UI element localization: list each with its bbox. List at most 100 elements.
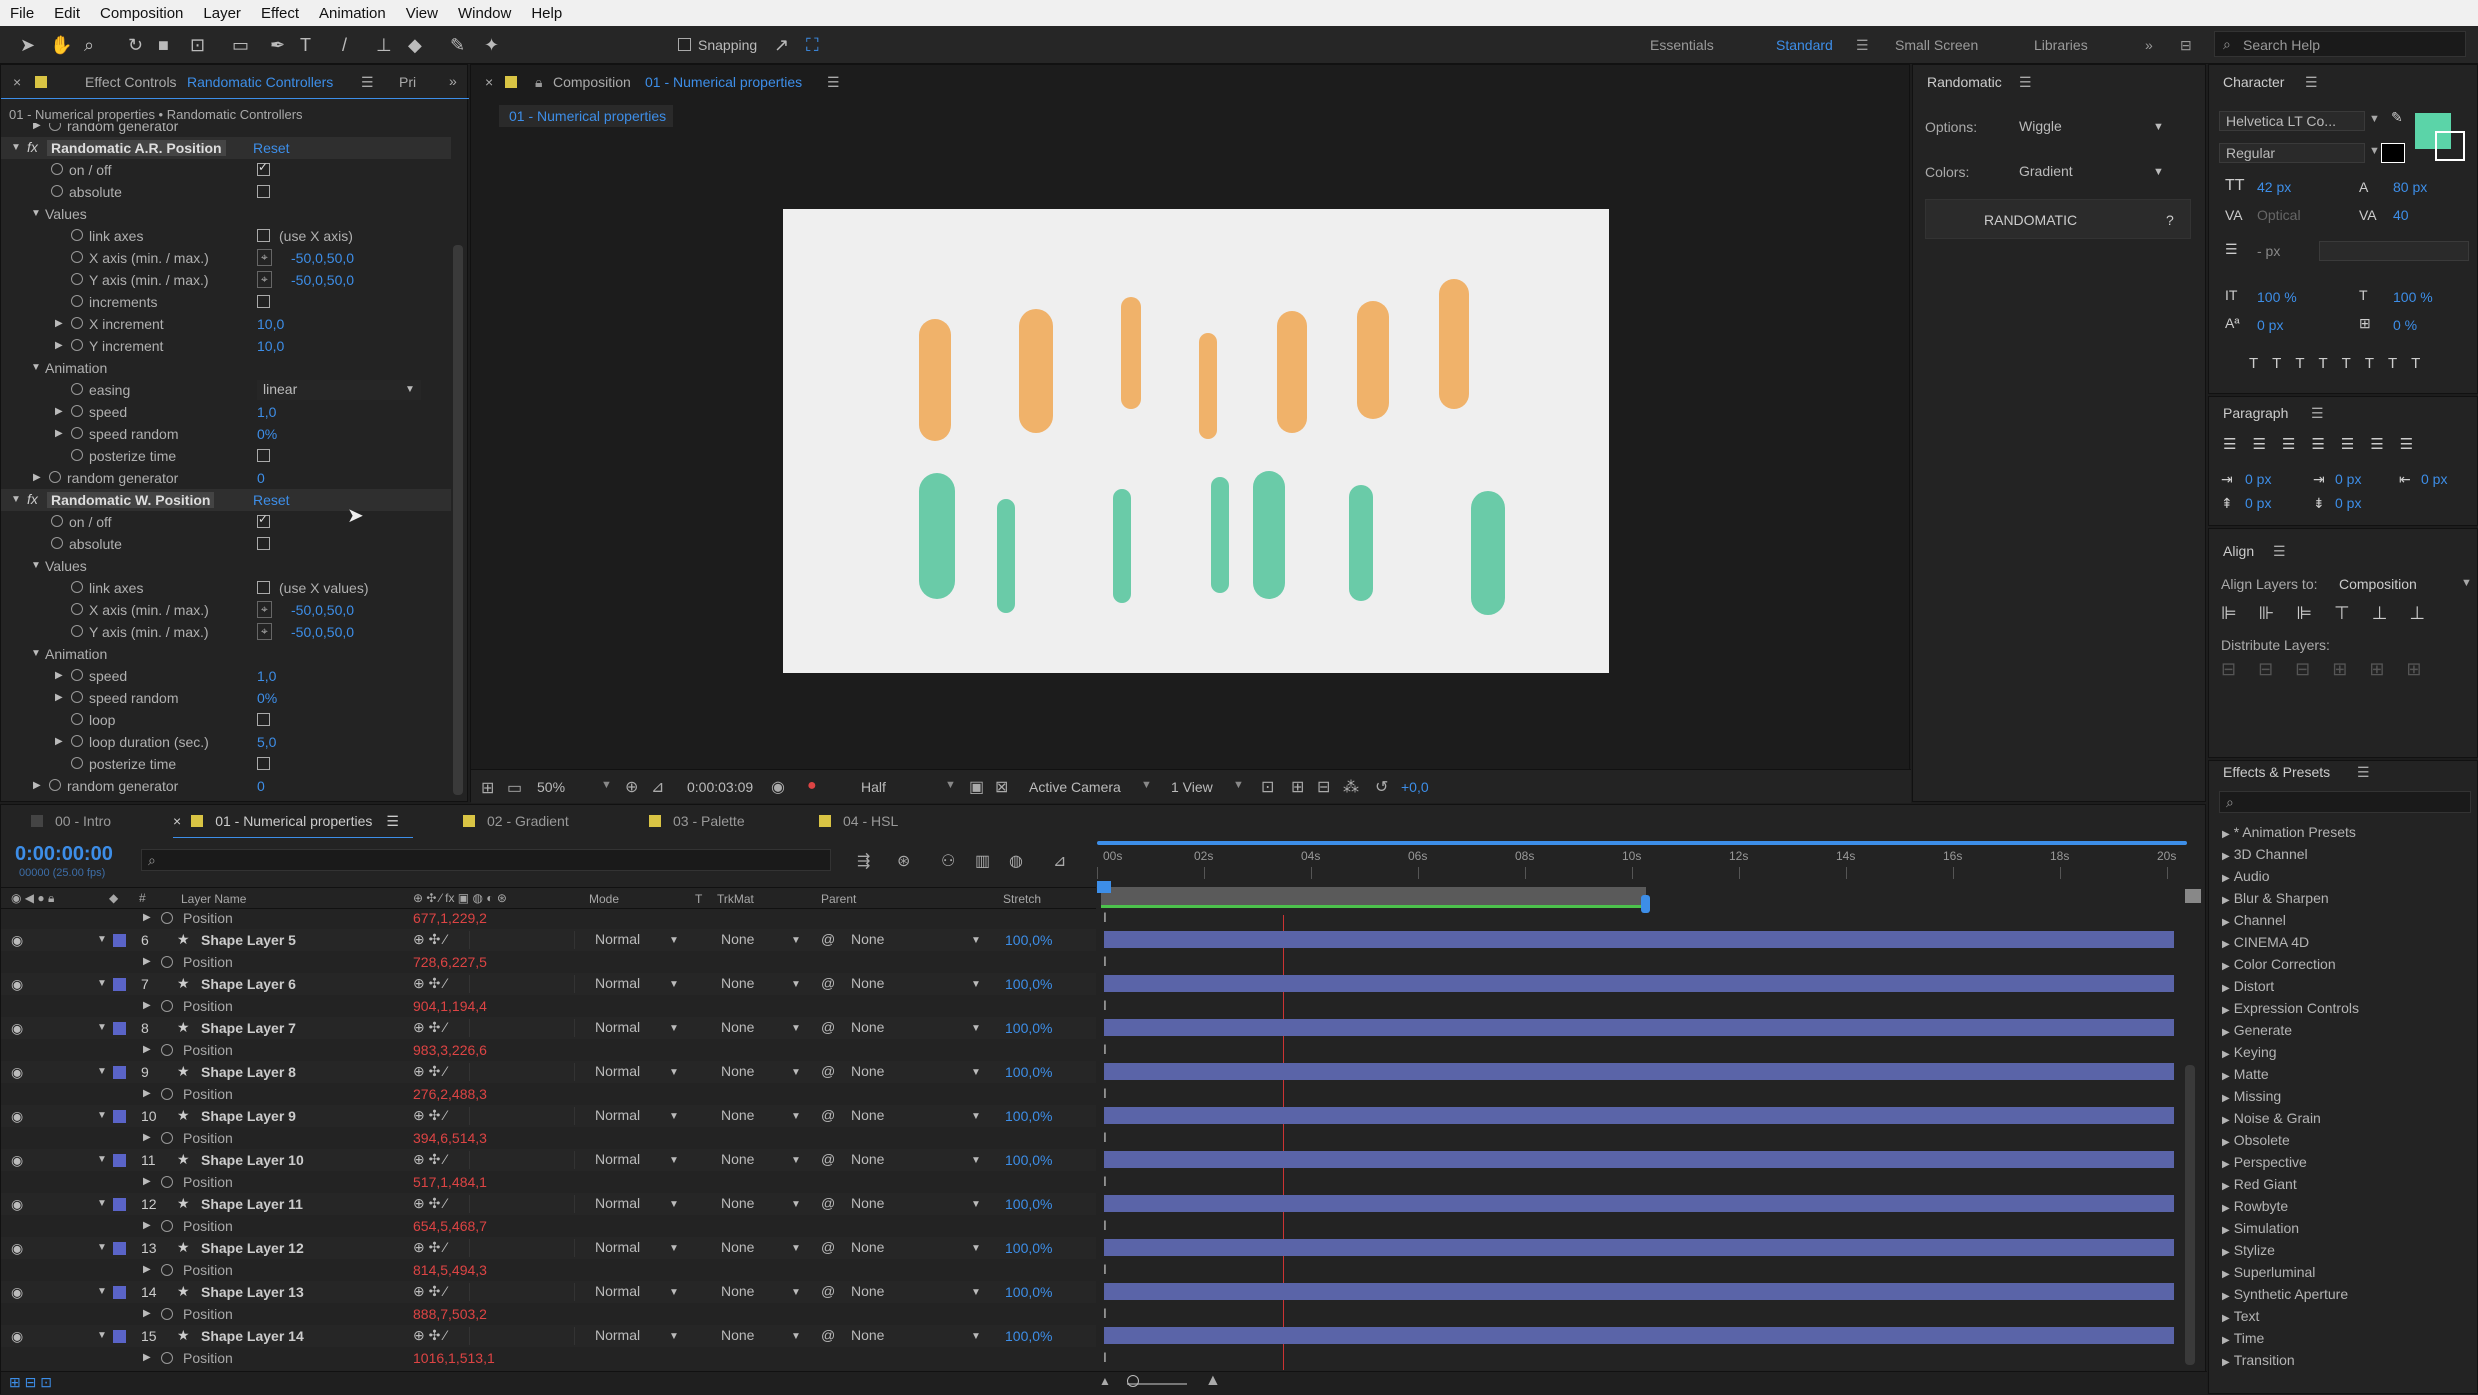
space-before-value[interactable]: 0 px — [2245, 495, 2271, 511]
region-of-interest-icon[interactable]: ▣ — [969, 777, 984, 797]
expand-triangle-icon[interactable]: ▶ — [143, 1352, 151, 1363]
layer-name[interactable]: Shape Layer 7 — [201, 1020, 296, 1036]
position-value[interactable]: 517,1,484,1 — [413, 1174, 487, 1190]
effect-row[interactable]: ▶ X increment 10,0 — [1, 313, 451, 335]
layer-name[interactable]: Shape Layer 9 — [201, 1108, 296, 1124]
effect-row[interactable]: ▶ speed 1,0 — [1, 401, 451, 423]
parent-dropdown[interactable]: None ▼ — [845, 1062, 985, 1082]
work-area-range[interactable] — [1101, 887, 1646, 905]
stopwatch-icon[interactable] — [71, 757, 83, 769]
point-value[interactable]: -50,0,50,0 — [291, 250, 354, 266]
effects-category[interactable]: ▶ CINEMA 4D — [2222, 934, 2309, 950]
zoom-out-icon[interactable]: ▲ — [1099, 1374, 1111, 1388]
property-value[interactable]: 0 — [257, 470, 265, 486]
position-value[interactable]: 983,3,226,6 — [413, 1042, 487, 1058]
label-color-icon[interactable] — [113, 934, 126, 947]
table-row[interactable]: ◉ ▼ 10 ★ Shape Layer 9 ⊕ ✣ ⁄ Normal ▼ None ▼ @ None… — [1, 1105, 1096, 1127]
layer-switches-icon[interactable]: ⊕ ✣ ⁄ — [413, 931, 447, 948]
workspace-menu-icon[interactable]: ☰ — [1856, 37, 1869, 54]
composition-subtab[interactable]: 01 - Numerical properties — [499, 105, 673, 127]
stopwatch-icon[interactable] — [71, 383, 83, 395]
stopwatch-icon[interactable] — [161, 1308, 173, 1320]
safe-zones-icon[interactable]: ⊕ — [625, 777, 638, 797]
effects-category[interactable]: ▶ Matte — [2222, 1066, 2269, 1082]
expand-triangle-icon[interactable]: ▼ — [11, 494, 21, 505]
layer-switches-icon[interactable]: ⊕ ✣ ⁄ — [413, 1063, 447, 1080]
time-ruler[interactable]: 00s 02s 04s 06s 08s 10s 12s 14s 16s 18s 20s — [1097, 847, 2187, 883]
label-color-icon[interactable] — [113, 1154, 126, 1167]
position-row[interactable]: ▶ Position 904,1,194,4 I — [1, 995, 1107, 1017]
timeline-timecode[interactable]: 0:00:00:00 — [15, 843, 113, 866]
expand-triangle-icon[interactable]: ▶ — [143, 1264, 151, 1275]
effects-category[interactable]: ▶ Color Correction — [2222, 956, 2336, 972]
character-title[interactable]: Character — [2223, 74, 2284, 90]
parent-dropdown[interactable]: None ▼ — [845, 930, 985, 950]
effect-row[interactable]: ▼ fx Randomatic W. Position Reset — [1, 489, 451, 511]
menu-view[interactable]: View — [396, 5, 448, 22]
position-row[interactable]: ▶ Position 394,6,514,3 I — [1, 1127, 1107, 1149]
more-workspaces-icon[interactable]: » — [2145, 37, 2153, 53]
effect-row[interactable]: on / off — [1, 159, 451, 181]
expand-triangle-icon[interactable]: ▶ — [33, 472, 41, 483]
expand-triangle-icon[interactable]: ▶ — [143, 912, 151, 923]
colors-dropdown[interactable]: Gradient ▼ — [2013, 162, 2164, 182]
workspace-standard[interactable]: Standard — [1776, 37, 1833, 53]
tracking-value[interactable]: 40 — [2393, 207, 2409, 223]
zoom-in-icon[interactable]: ▲ — [1205, 1372, 1221, 1390]
randomatic-button[interactable]: RANDOMATIC ? — [1925, 199, 2191, 239]
help-button[interactable]: ? — [2166, 212, 2174, 228]
stretch-value[interactable]: 100,0% — [1005, 976, 1052, 992]
position-value[interactable]: 677,1,229,2 — [413, 910, 487, 926]
font-style-dropdown[interactable]: Regular — [2219, 143, 2365, 163]
effect-row[interactable]: ▼ Animation — [1, 357, 451, 379]
composition-tab-name[interactable]: 01 - Numerical properties — [645, 74, 802, 90]
flowchart-icon[interactable]: ⁂ — [1343, 777, 1359, 797]
expand-triangle-icon[interactable]: ▼ — [11, 142, 21, 153]
shape-layer-2[interactable] — [1019, 309, 1053, 433]
camera-tool-icon[interactable]: ■ — [158, 34, 169, 56]
panel-menu-icon[interactable]: ☰ — [2273, 543, 2286, 560]
eye-icon[interactable]: ◉ — [11, 932, 23, 949]
menu-file[interactable]: File — [0, 5, 44, 22]
expand-triangle-icon[interactable]: ▼ — [97, 1110, 107, 1121]
exposure-value[interactable]: +0,0 — [1401, 779, 1429, 795]
effects-category[interactable]: ▶ Audio — [2222, 868, 2270, 884]
shape-layer-4[interactable] — [1199, 333, 1217, 439]
space-after-value[interactable]: 0 px — [2335, 495, 2361, 511]
crosshair-icon[interactable]: ⌖ — [257, 271, 272, 288]
fx-icon[interactable]: fx — [27, 491, 38, 507]
mode-dropdown[interactable]: Normal ▼ — [589, 1150, 683, 1170]
effect-controls-tab-name[interactable]: Randomatic Controllers — [187, 74, 333, 90]
trkmat-header[interactable]: TrkMat — [717, 892, 754, 906]
stopwatch-icon[interactable] — [71, 251, 83, 263]
effect-row[interactable]: posterize time — [1, 753, 451, 775]
stopwatch-icon[interactable] — [49, 471, 61, 483]
effects-category[interactable]: ▶ Red Giant — [2222, 1176, 2297, 1192]
mode-dropdown[interactable]: Normal ▼ — [589, 974, 683, 994]
effects-search-input[interactable]: ⌕ — [2219, 791, 2471, 813]
effect-row[interactable]: increments — [1, 291, 451, 313]
effects-category[interactable]: ▶ Noise & Grain — [2222, 1110, 2321, 1126]
shape-layer-3[interactable] — [1121, 297, 1141, 409]
fast-previews-icon[interactable]: ⊞ — [1291, 777, 1304, 797]
frame-blending-icon[interactable]: ▥ — [975, 851, 990, 871]
table-row[interactable]: ◉ ▼ 9 ★ Shape Layer 8 ⊕ ✣ ⁄ Normal ▼ None ▼ @ None ▼… — [1, 1061, 1096, 1083]
position-row[interactable]: ▶ Position 654,5,468,7 I — [1, 1215, 1107, 1237]
effect-row[interactable]: ▼ Animation — [1, 643, 451, 665]
layer-name[interactable]: Shape Layer 6 — [201, 976, 296, 992]
position-value[interactable]: 654,5,468,7 — [413, 1218, 487, 1234]
layer-switches-icon[interactable]: ⊕ ✣ ⁄ — [413, 1195, 447, 1212]
shape-layer-10[interactable] — [1113, 489, 1131, 603]
crosshair-icon[interactable]: ⌖ — [257, 623, 272, 640]
layer-switches-toggle-icon[interactable]: ⊞ ⊟ ⊡ — [9, 1374, 52, 1391]
layer-switches-icon[interactable]: ⊕ ✣ ⁄ — [413, 1327, 447, 1344]
stopwatch-icon[interactable] — [71, 427, 83, 439]
work-area-end-handle[interactable] — [1641, 895, 1650, 913]
indent-left-value[interactable]: 0 px — [2245, 471, 2271, 487]
eye-icon[interactable]: ◉ — [11, 1196, 23, 1213]
panel-menu-icon[interactable]: ☰ — [386, 813, 399, 829]
snapshot-icon[interactable]: ◉ — [771, 777, 785, 797]
reset-link[interactable]: Reset — [253, 492, 290, 508]
zoom-tool-icon[interactable]: ⌕ — [84, 34, 94, 56]
close-icon[interactable]: × — [485, 74, 493, 90]
